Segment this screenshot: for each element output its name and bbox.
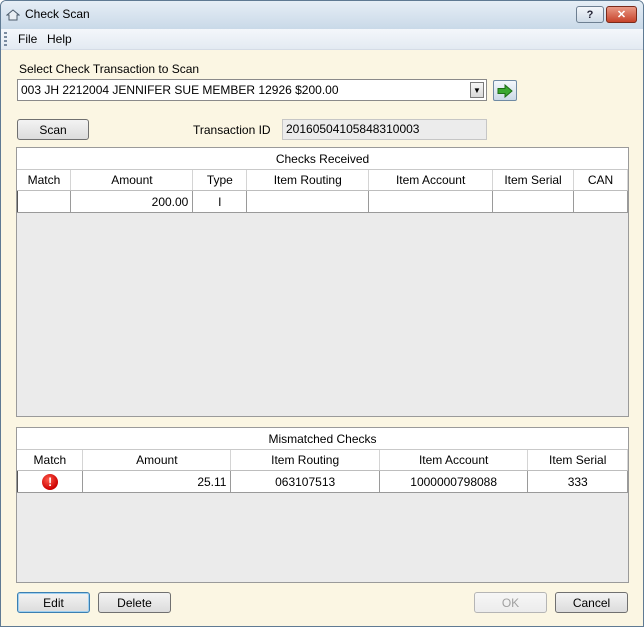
menu-help[interactable]: Help (47, 32, 72, 46)
cell-item-serial[interactable]: 333 (527, 470, 628, 493)
table-row[interactable]: 200.00 I (16, 190, 629, 213)
transaction-id-label: Transaction ID (193, 123, 271, 137)
checks-received-panel: Checks Received Match Amount Type Item R… (16, 147, 629, 417)
mismatched-checks-table: Match Amount Item Routing Item Account I… (16, 450, 628, 493)
help-title-button[interactable]: ? (576, 6, 604, 23)
cell-match[interactable] (16, 190, 72, 213)
go-button[interactable] (493, 80, 517, 101)
transaction-select[interactable]: 003 JH 2212004 JENNIFER SUE MEMBER 12926… (17, 79, 487, 101)
close-title-button[interactable]: ✕ (606, 6, 637, 23)
window-title: Check Scan (25, 7, 90, 21)
transaction-select-value: 003 JH 2212004 JENNIFER SUE MEMBER 12926… (21, 83, 339, 97)
column-header-type[interactable]: Type (192, 170, 248, 191)
mismatched-checks-title: Mismatched Checks (17, 428, 628, 450)
checks-received-table: Match Amount Type Item Routing Item Acco… (16, 170, 629, 213)
mismatched-header-row: Match Amount Item Routing Item Account I… (17, 450, 628, 471)
title-bar[interactable]: Check Scan ? ✕ (1, 1, 643, 29)
column-header-item-serial[interactable]: Item Serial (492, 170, 574, 191)
table-row[interactable]: ! 25.11 063107513 1000000798088 333 (16, 470, 628, 493)
edit-button[interactable]: Edit (17, 592, 90, 613)
cell-amount[interactable]: 25.11 (82, 470, 232, 493)
delete-button[interactable]: Delete (98, 592, 171, 613)
cell-item-routing[interactable] (246, 190, 370, 213)
cell-amount[interactable]: 200.00 (70, 190, 194, 213)
dropdown-arrow-icon[interactable]: ▼ (470, 82, 484, 98)
menu-grip-icon (4, 32, 7, 46)
cell-item-account[interactable] (368, 190, 494, 213)
cancel-button[interactable]: Cancel (555, 592, 628, 613)
checks-received-title: Checks Received (17, 148, 628, 170)
cell-match[interactable]: ! (16, 470, 84, 493)
column-header-amount[interactable]: Amount (82, 450, 232, 471)
column-header-match[interactable]: Match (17, 450, 84, 471)
checks-received-header-row: Match Amount Type Item Routing Item Acco… (17, 170, 629, 191)
menu-file[interactable]: File (18, 32, 37, 46)
column-header-item-routing[interactable]: Item Routing (230, 450, 380, 471)
column-header-item-account[interactable]: Item Account (379, 450, 529, 471)
column-header-can[interactable]: CAN (573, 170, 629, 191)
column-header-item-serial[interactable]: Item Serial (527, 450, 628, 471)
cell-item-routing[interactable]: 063107513 (230, 470, 380, 493)
app-icon (6, 9, 20, 21)
error-icon: ! (42, 473, 59, 490)
check-scan-window: Check Scan ? ✕ File Help Select Check Tr… (0, 0, 644, 627)
transaction-id-field: 20160504105848310003 (282, 119, 487, 140)
select-transaction-label: Select Check Transaction to Scan (19, 62, 200, 76)
cell-can[interactable] (573, 190, 629, 213)
menu-bar: File Help (1, 29, 643, 50)
cell-item-account[interactable]: 1000000798088 (379, 470, 529, 493)
ok-button[interactable]: OK (474, 592, 547, 613)
column-header-match[interactable]: Match (17, 170, 72, 191)
column-header-item-account[interactable]: Item Account (368, 170, 494, 191)
mismatched-checks-panel: Mismatched Checks Match Amount Item Rout… (16, 427, 629, 583)
cell-item-serial[interactable] (492, 190, 574, 213)
green-arrow-icon (497, 83, 513, 98)
column-header-amount[interactable]: Amount (70, 170, 194, 191)
scan-button[interactable]: Scan (17, 119, 89, 140)
column-header-item-routing[interactable]: Item Routing (246, 170, 370, 191)
cell-type[interactable]: I (192, 190, 248, 213)
